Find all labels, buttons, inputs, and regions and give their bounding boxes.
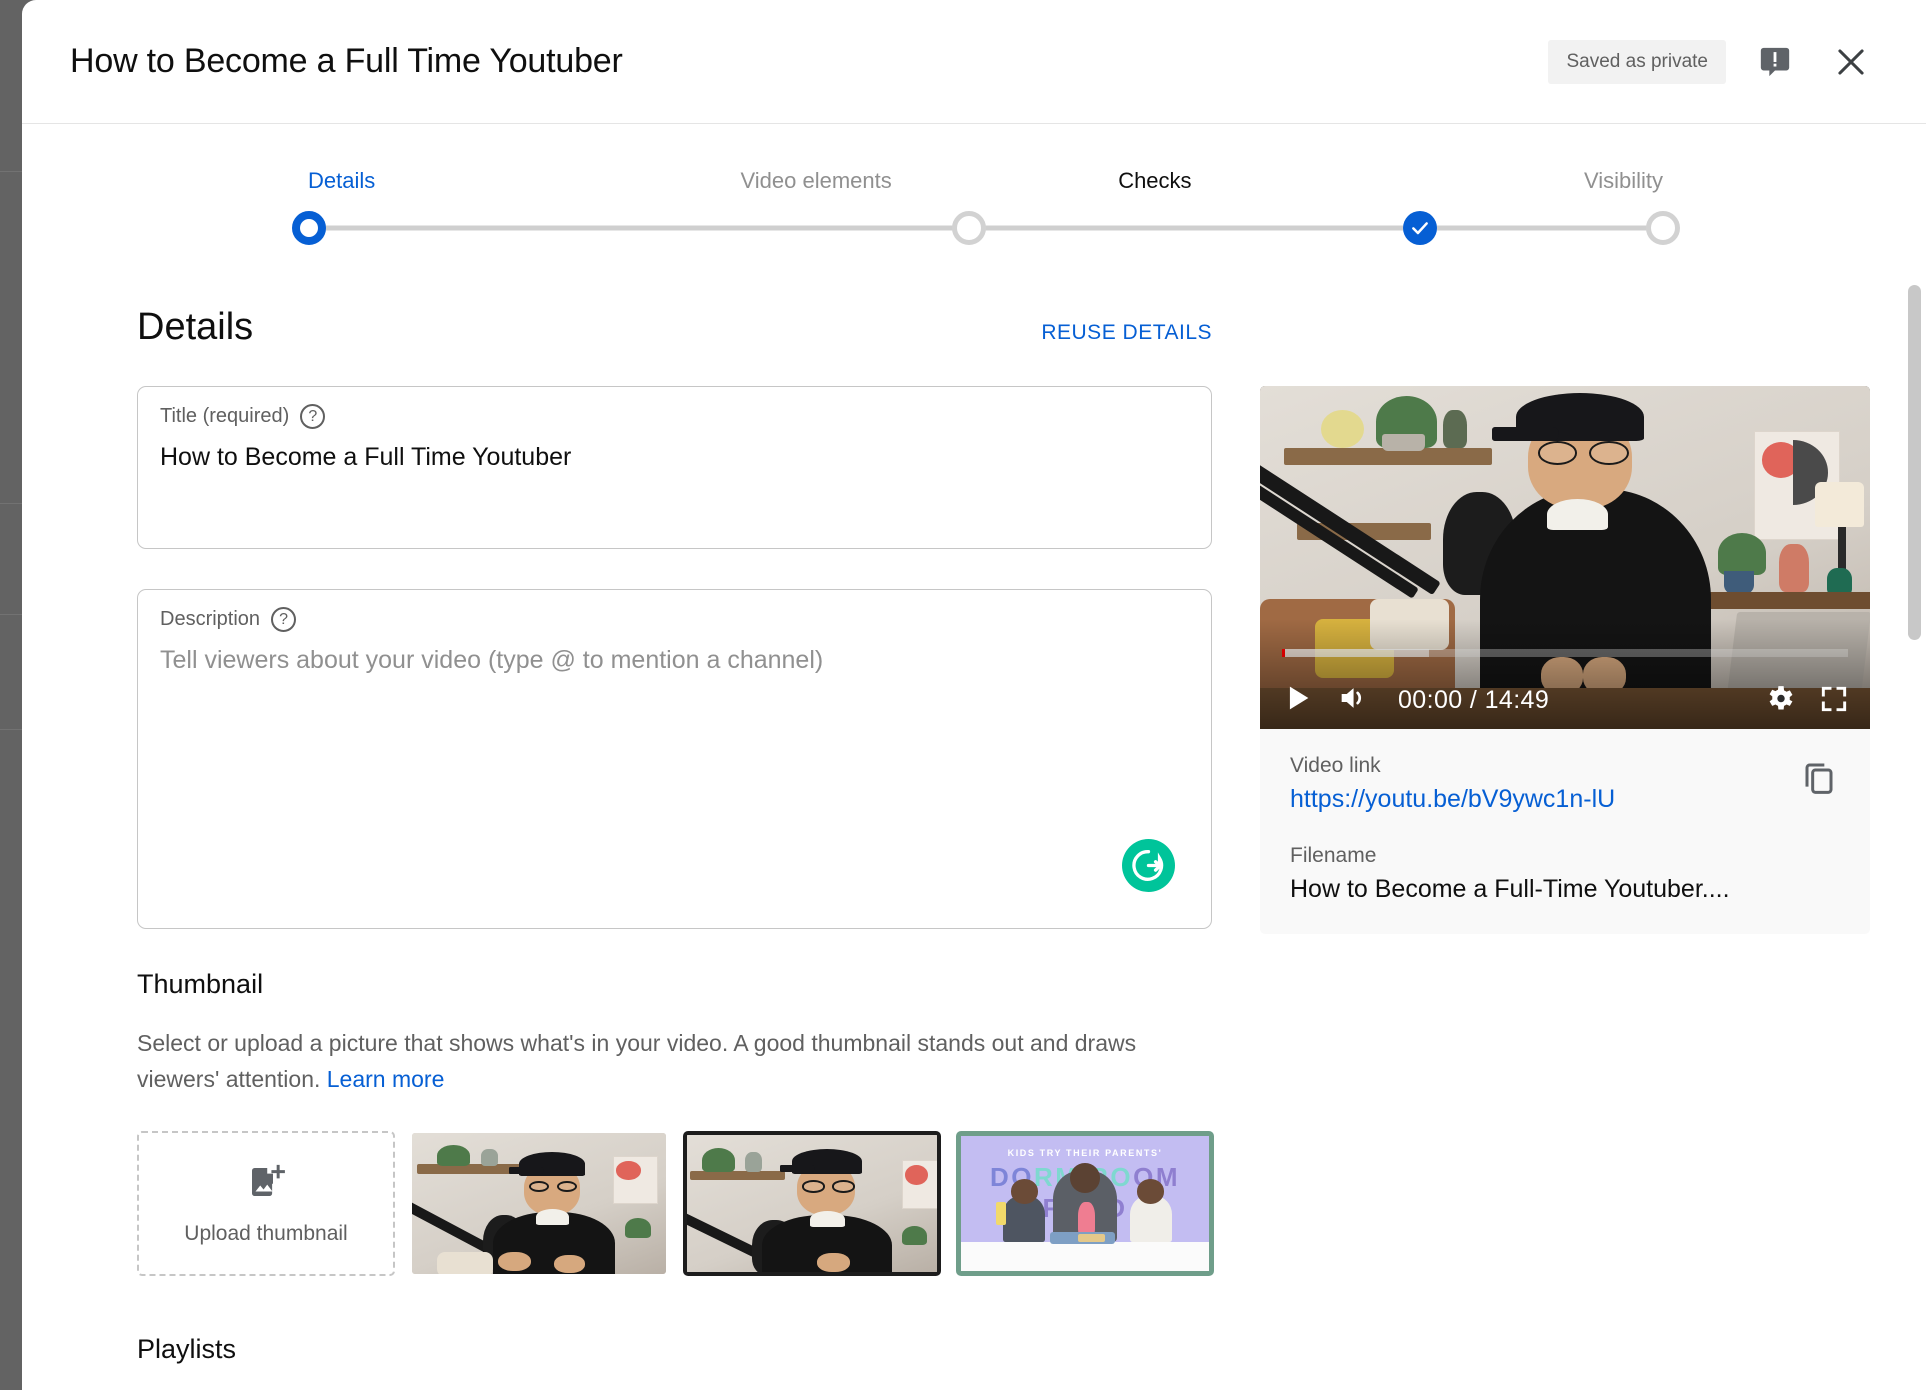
thumbnail-description: Select or upload a picture that shows wh… [137,1026,1197,1097]
title-field[interactable]: Title (required) ? How to Become a Full … [137,386,1212,549]
play-icon[interactable] [1280,681,1314,715]
fullscreen-icon[interactable] [1818,683,1850,715]
step-dot-checks[interactable] [1403,211,1438,245]
add-image-icon [245,1161,287,1208]
dialog-header: How to Become a Full Time Youtuber Saved… [22,0,1926,124]
step-dot-details[interactable] [292,211,326,245]
close-icon[interactable] [1824,35,1878,89]
video-controls: 00:00 / 14:49 [1260,619,1870,729]
vertical-scrollbar-track[interactable] [1908,130,1924,1390]
stepper-labels: Details Video elements Checks Visibility [270,168,1681,194]
section-title: Details [137,306,254,348]
video-link[interactable]: https://youtu.be/bV9ywc1n-lU [1290,785,1840,814]
video-link-label: Video link [1290,754,1381,777]
help-circle-icon[interactable]: ? [300,404,326,429]
thumbnail-description-text: Select or upload a picture that shows wh… [137,1030,1137,1092]
step-label-details[interactable]: Details [270,168,647,194]
thumbnail-option-auto-1-image [412,1133,666,1275]
dialog-body: Details REUSE DETAILS Title (required) ?… [22,254,1926,1364]
description-field-label: Description [160,608,261,630]
details-columns: Title (required) ? How to Become a Full … [137,386,1926,1365]
help-circle-icon[interactable]: ? [271,607,297,632]
details-section-header: Details REUSE DETAILS [137,306,1212,349]
video-meta-block: Video link https://youtu.be/bV9ywc1n-lU … [1260,729,1870,934]
video-time-display: 00:00 / 14:49 [1398,686,1550,714]
details-left-column: Title (required) ? How to Become a Full … [137,386,1214,1365]
title-input[interactable]: How to Become a Full Time Youtuber [160,441,1189,475]
upload-thumbnail-label: Upload thumbnail [184,1222,348,1246]
description-field[interactable]: Description ? Tell viewers about your vi… [137,589,1212,929]
thumbnail-option-custom-dorm-room-food[interactable]: KIDS TRY THEIR PARENTS' DORM ROOM FOOD [956,1131,1214,1277]
step-dot-video-elements[interactable] [951,211,986,245]
playlists-title: Playlists [137,1334,237,1365]
thumbnail-title: Thumbnail [137,969,264,999]
grammarly-icon[interactable] [1122,839,1175,892]
upload-details-dialog: How to Become a Full Time Youtuber Saved… [22,0,1926,1390]
thumbnail-section: Thumbnail Select or upload a picture tha… [137,969,1214,1277]
thumbnail-option-custom-image: KIDS TRY THEIR PARENTS' DORM ROOM FOOD [961,1136,1209,1272]
video-preview-card: 00:00 / 14:49 Video link https://youtu.b… [1260,386,1870,934]
page-title: How to Become a Full Time Youtuber [70,42,623,80]
learn-more-link[interactable]: Learn more [327,1066,445,1092]
header-actions: Saved as private [1548,35,1878,89]
feedback-speech-bubble-icon[interactable] [1748,35,1802,89]
step-label-checks[interactable]: Checks [986,168,1325,194]
upload-stepper: Details Video elements Checks Visibility [22,124,1926,254]
title-field-label-row: Title (required) ? [160,404,1189,429]
upload-thumbnail-button[interactable]: Upload thumbnail [137,1131,395,1277]
description-field-label-row: Description ? [160,607,1189,632]
filename-value: How to Become a Full-Time Youtuber.... [1290,875,1730,903]
thumbnail-option-auto-1[interactable] [410,1131,668,1276]
thumbnail-option-auto-2-image [687,1135,937,1273]
description-input[interactable]: Tell viewers about your video (type @ to… [160,644,1189,678]
reuse-details-button[interactable]: REUSE DETAILS [1041,321,1212,345]
stepper-track [270,202,1680,254]
step-label-visibility[interactable]: Visibility [1324,168,1681,194]
volume-icon[interactable] [1336,681,1370,715]
thumbnail-option-auto-2[interactable] [683,1131,941,1277]
stepper-dots [270,202,1680,254]
thumbnail-kicker-text: KIDS TRY THEIR PARENTS' [1007,1148,1163,1159]
status-badge: Saved as private [1548,39,1726,84]
vertical-scrollbar[interactable] [1908,285,1921,640]
details-right-column: 00:00 / 14:49 Video link https://youtu.b… [1260,386,1870,1365]
thumbnail-options-row: Upload thumbnail KIDS TRY THEIR PARENTS'… [137,1131,1214,1277]
video-player[interactable]: 00:00 / 14:49 [1260,386,1870,729]
step-dot-visibility[interactable] [1646,211,1680,245]
title-field-label: Title (required) [160,405,290,427]
step-label-video-elements[interactable]: Video elements [647,168,986,194]
filename-label: Filename [1290,844,1377,867]
gear-icon[interactable] [1763,682,1796,715]
copy-icon[interactable] [1794,753,1844,803]
